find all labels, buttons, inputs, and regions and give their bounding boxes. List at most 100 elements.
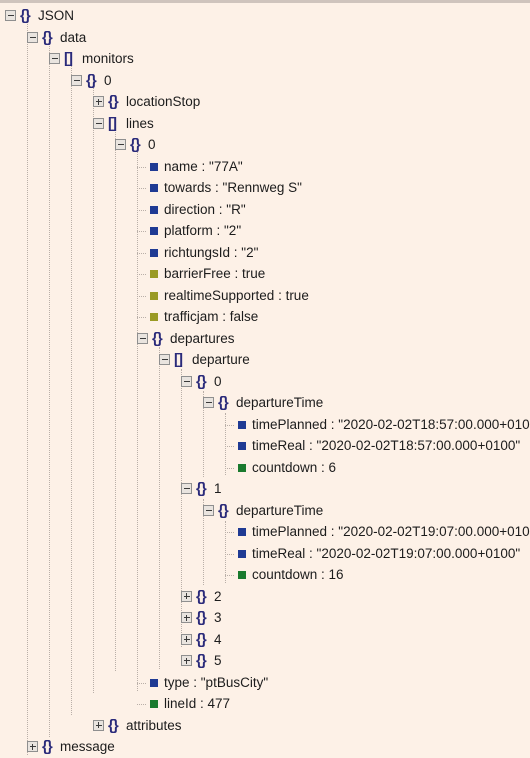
tree-row[interactable]: {} 2 (0, 586, 530, 608)
object-brace-icon: {} (108, 716, 119, 734)
tree-row[interactable]: [] lines (0, 113, 530, 135)
tree-row[interactable]: {} 1 (0, 478, 530, 500)
number-value-icon (150, 700, 158, 708)
tree-node-label: 3 (214, 610, 222, 625)
expand-toggle-icon[interactable] (181, 655, 192, 666)
tree-row[interactable]: [] departure (0, 349, 530, 371)
boolean-value-icon (150, 270, 158, 278)
expand-toggle-icon[interactable] (181, 590, 192, 602)
tree-branch-connector (225, 532, 234, 534)
tree-branch-connector (225, 424, 234, 427)
tree-row[interactable]: {} departureTime (0, 500, 530, 522)
collapse-toggle-icon[interactable] (203, 504, 214, 516)
expand-toggle-icon[interactable] (93, 96, 104, 107)
tree-row[interactable]: {} data (0, 27, 530, 49)
array-bracket-icon: [] (64, 50, 73, 67)
tree-row[interactable]: timePlanned : "2020-02-02T19:07:00.000+0… (0, 521, 530, 543)
expand-toggle-icon[interactable] (27, 741, 38, 752)
tree-row[interactable]: {} attributes (0, 715, 530, 737)
tree-leaf-label: lineId : 477 (164, 696, 231, 711)
tree-branch-connector (137, 317, 146, 319)
collapse-toggle-icon[interactable] (49, 53, 60, 64)
object-brace-icon: {} (196, 652, 207, 669)
tree-leaf-label: timePlanned : "2020-02-02T19:07:00.000+0… (252, 524, 530, 539)
tree-branch-connector (137, 682, 146, 685)
tree-row[interactable]: towards : "Rennweg S" (0, 177, 530, 199)
tree-row[interactable]: {} JSON (0, 5, 530, 27)
tree-branch-connector (225, 553, 234, 556)
boolean-value-icon (150, 313, 158, 321)
tree-node-label: 0 (148, 137, 156, 152)
tree-leaf-label: timeReal : "2020-02-02T19:07:00.000+0100… (252, 545, 521, 561)
expand-toggle-icon[interactable] (181, 633, 192, 645)
expand-toggle-icon[interactable] (93, 719, 104, 731)
object-brace-icon: {} (218, 394, 229, 411)
object-brace-icon: {} (108, 93, 119, 110)
string-value-icon (238, 528, 246, 536)
tree-row[interactable]: countdown : 16 (0, 564, 530, 586)
tree-branch-connector (137, 231, 146, 233)
tree-node-label: lines (126, 115, 154, 131)
collapse-toggle-icon[interactable] (159, 354, 170, 365)
string-value-icon (150, 227, 158, 235)
object-brace-icon: {} (42, 28, 53, 46)
collapse-toggle-icon[interactable] (27, 31, 38, 43)
tree-row[interactable]: timeReal : "2020-02-02T18:57:00.000+0100… (0, 435, 530, 457)
expand-toggle-icon[interactable] (181, 612, 192, 623)
tree-leaf-label: direction : "R" (164, 201, 246, 217)
tree-row[interactable]: lineId : 477 (0, 693, 530, 715)
object-brace-icon: {} (42, 738, 53, 755)
object-brace-icon: {} (196, 372, 207, 390)
tree-branch-connector (137, 252, 146, 255)
tree-row[interactable]: barrierFree : true (0, 263, 530, 285)
tree-row[interactable]: {} message (0, 736, 530, 758)
tree-node-label: 1 (214, 481, 222, 496)
tree-row[interactable]: {} departureTime (0, 392, 530, 414)
object-brace-icon: {} (130, 136, 141, 153)
collapse-toggle-icon[interactable] (181, 483, 192, 494)
tree-leaf-label: trafficjam : false (164, 309, 259, 324)
tree-row[interactable]: direction : "R" (0, 199, 530, 221)
collapse-toggle-icon[interactable] (5, 10, 16, 21)
tree-row[interactable]: realtimeSupported : true (0, 285, 530, 307)
tree-row[interactable]: {} 0 (0, 70, 530, 92)
tree-row[interactable]: {} departures (0, 328, 530, 350)
tree-node-label: attributes (126, 717, 182, 733)
tree-row[interactable]: {} 3 (0, 607, 530, 629)
tree-leaf-label: realtimeSupported : true (164, 287, 309, 303)
tree-branch-connector (137, 188, 146, 190)
string-value-icon (150, 162, 158, 171)
tree-branch-connector (225, 467, 234, 470)
json-tree-viewer[interactable]: {} JSON {} data [] monitors {} 0 {} locationStop [… (0, 0, 530, 758)
tree-branch-connector (225, 575, 234, 577)
object-brace-icon: {} (20, 7, 31, 24)
tree-row[interactable]: name : "77A" (0, 156, 530, 178)
tree-row[interactable]: {} locationStop (0, 91, 530, 113)
tree-node-label: departure (192, 352, 250, 367)
string-value-icon (238, 549, 246, 558)
collapse-toggle-icon[interactable] (181, 375, 192, 387)
object-brace-icon: {} (86, 71, 97, 89)
tree-row[interactable]: richtungsId : "2" (0, 242, 530, 264)
object-brace-icon: {} (196, 587, 207, 605)
collapse-toggle-icon[interactable] (203, 397, 214, 408)
collapse-toggle-icon[interactable] (71, 74, 82, 86)
tree-row[interactable]: timePlanned : "2020-02-02T18:57:00.000+0… (0, 414, 530, 436)
tree-row[interactable]: type : "ptBusCity" (0, 672, 530, 694)
collapse-toggle-icon[interactable] (115, 139, 126, 150)
tree-node-label: 0 (214, 373, 222, 389)
tree-row[interactable]: platform : "2" (0, 220, 530, 242)
tree-row[interactable]: timeReal : "2020-02-02T19:07:00.000+0100… (0, 543, 530, 565)
collapse-toggle-icon[interactable] (93, 117, 104, 129)
tree-node-label: departureTime (236, 502, 324, 518)
tree-row[interactable]: trafficjam : false (0, 306, 530, 328)
tree-node-label: 4 (214, 631, 222, 647)
tree-row[interactable]: {} 5 (0, 650, 530, 672)
collapse-toggle-icon[interactable] (137, 332, 148, 344)
tree-row[interactable]: {} 4 (0, 629, 530, 651)
tree-row[interactable]: [] monitors (0, 48, 530, 70)
tree-row[interactable]: countdown : 6 (0, 457, 530, 479)
tree-row[interactable]: {} 0 (0, 134, 530, 156)
tree-branch-connector (137, 295, 146, 298)
tree-row[interactable]: {} 0 (0, 371, 530, 393)
